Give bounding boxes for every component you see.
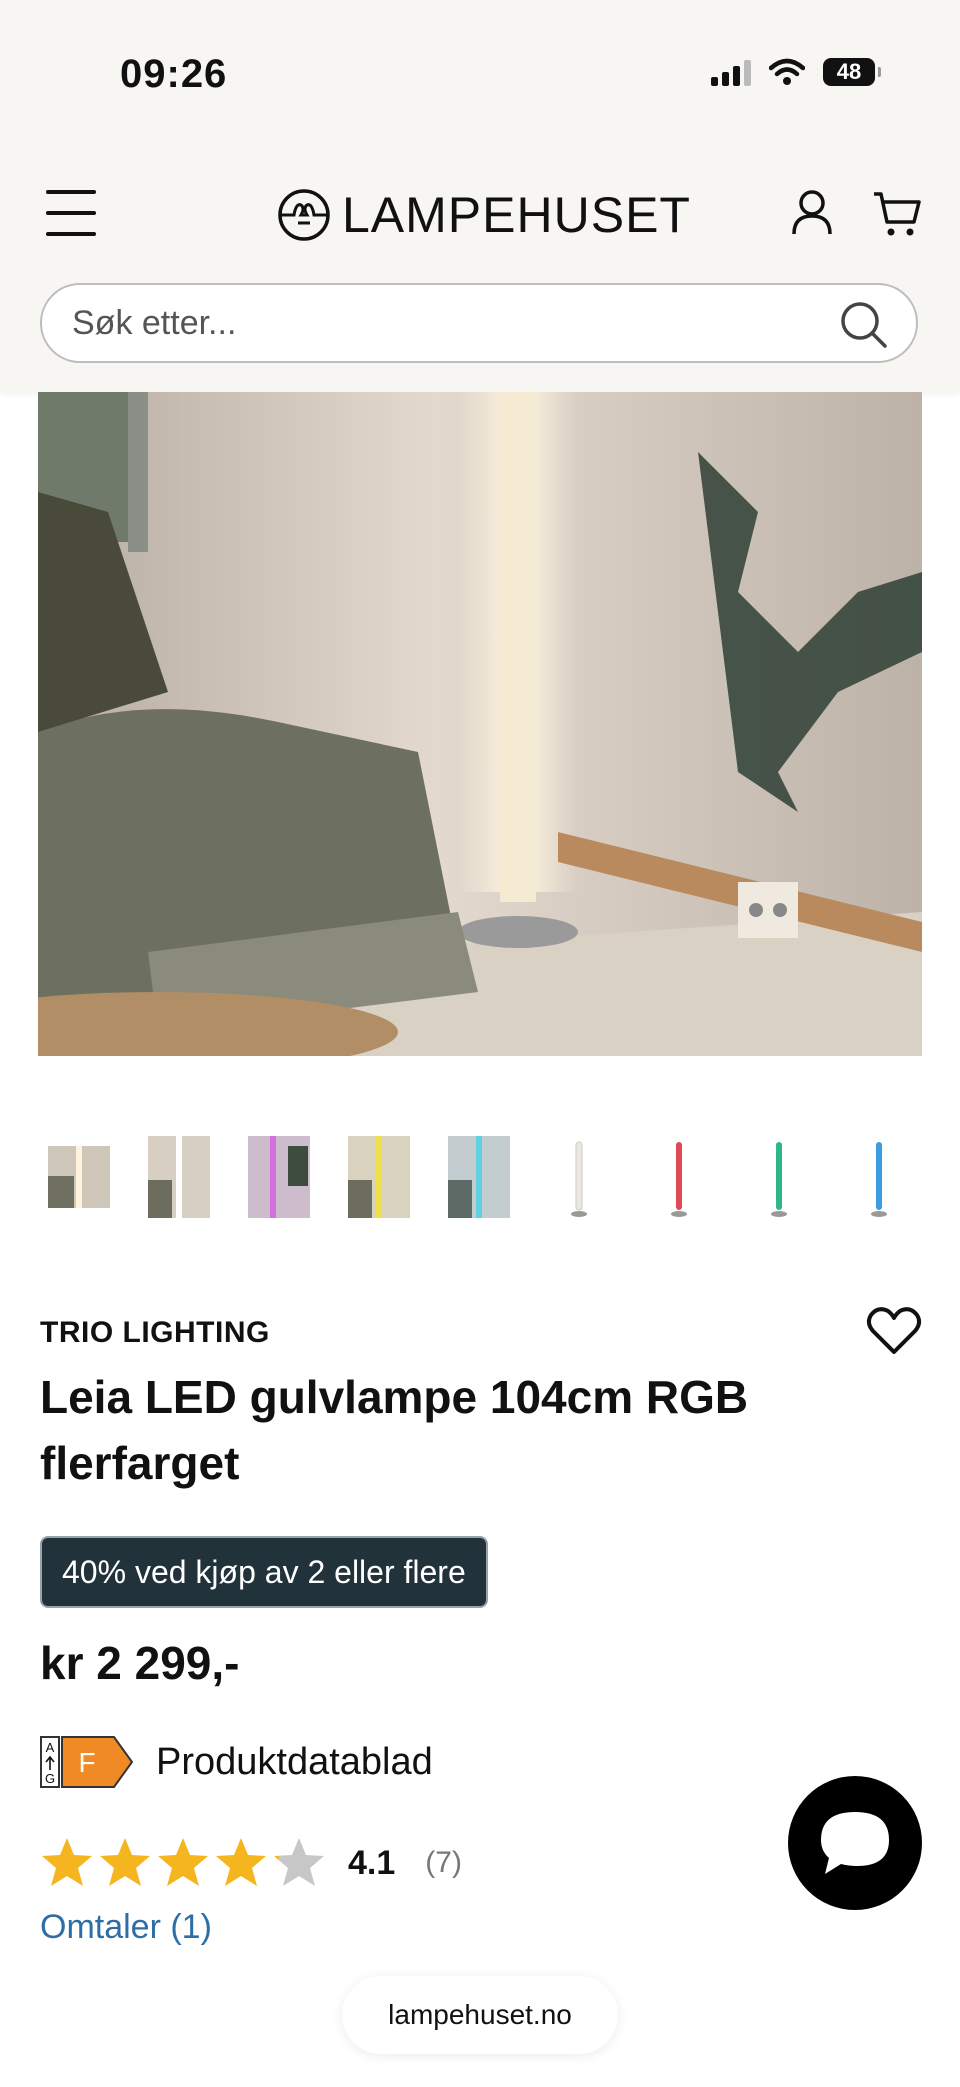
thumbnail-photo-3[interactable] [248, 1136, 310, 1218]
product-title: Leia LED gulvlampe 104cm RGB flerfarget [40, 1371, 749, 1489]
wifi-icon [769, 58, 805, 85]
site-logo[interactable]: LAMPEHUSET [276, 186, 691, 244]
promo-badge: 40% ved kjøp av 2 eller flere [40, 1536, 488, 1608]
product-main-image[interactable] [38, 392, 922, 1056]
energy-label-row[interactable]: A G F Produktdatablad [40, 1736, 433, 1788]
star-icon [158, 1838, 208, 1886]
star-icon [100, 1838, 150, 1886]
product-price: kr 2 299,- [40, 1637, 240, 1689]
search-bar[interactable] [40, 283, 918, 363]
thumbnail-photo-5[interactable] [448, 1136, 510, 1218]
logo-text: LAMPEHUSET [342, 187, 691, 243]
status-icons: 48 [711, 58, 881, 86]
account-icon[interactable] [788, 188, 836, 238]
energy-class: F [78, 1747, 95, 1778]
thumbnail-photo-1[interactable] [48, 1146, 110, 1208]
star-icon [274, 1838, 324, 1886]
chat-bubble-icon [821, 1812, 889, 1874]
energy-scale-bottom: G [45, 1771, 55, 1786]
chat-button[interactable] [788, 1776, 922, 1910]
thumbnail-white[interactable] [548, 1136, 610, 1218]
thumbnail-green[interactable] [748, 1136, 810, 1218]
battery-icon: 48 [823, 58, 881, 86]
thumbnail-photo-4[interactable] [348, 1136, 410, 1218]
datasheet-link[interactable]: Produktdatablad [156, 1741, 433, 1784]
thumbnail-strip [38, 1124, 922, 1232]
product-rating[interactable]: 4.1 (7) [40, 1836, 462, 1890]
rating-stars [40, 1836, 328, 1890]
energy-scale-top: A [46, 1740, 55, 1755]
star-icon [216, 1838, 266, 1886]
status-time: 09:26 [120, 52, 228, 96]
wishlist-heart-icon[interactable] [866, 1306, 922, 1356]
living-room-lamp-photo [38, 392, 922, 1056]
search-icon[interactable] [838, 299, 890, 351]
browser-url-pill[interactable]: lampehuset.no [342, 1976, 618, 2054]
thumbnail-red[interactable] [648, 1136, 710, 1218]
energy-class-badge-icon: A G F [40, 1736, 134, 1788]
search-input[interactable] [70, 303, 834, 344]
thumbnail-blue[interactable] [848, 1136, 910, 1218]
star-icon [42, 1838, 92, 1886]
signal-icon [711, 58, 751, 86]
rating-value: 4.1 [348, 1843, 396, 1882]
reviews-link[interactable]: Omtaler (1) [40, 1908, 212, 1947]
menu-button[interactable] [46, 190, 96, 236]
site-header: 09:26 48 LAMPEHUSET [0, 0, 960, 392]
cart-icon[interactable] [872, 190, 922, 238]
product-brand[interactable]: TRIO LIGHTING [40, 1316, 270, 1350]
logo-bulb-icon [278, 189, 330, 241]
thumbnail-photo-2[interactable] [148, 1136, 210, 1218]
rating-count: (7) [425, 1846, 462, 1879]
